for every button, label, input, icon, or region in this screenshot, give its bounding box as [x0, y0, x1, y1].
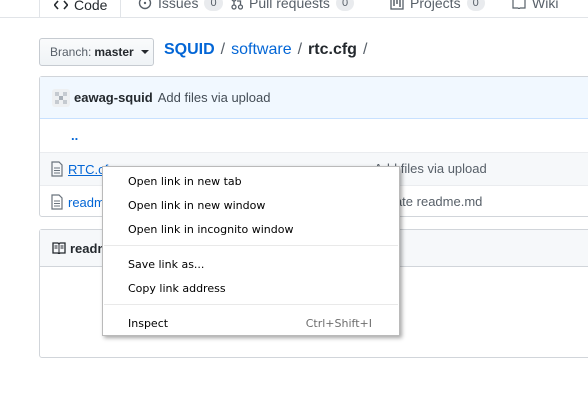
branch-name: master	[94, 45, 134, 59]
code-icon	[54, 0, 68, 10]
file-icon	[51, 194, 63, 210]
book-icon	[512, 0, 526, 9]
menu-item-shortcut: Ctrl+Shift+I	[305, 316, 372, 330]
menu-item-label: Open link in new window	[128, 198, 266, 212]
menu-item-label: Inspect	[128, 316, 169, 330]
tab-projects[interactable]: Projects 0	[390, 0, 485, 16]
breadcrumb-separator: /	[297, 41, 303, 58]
commit-message-link[interactable]: Add files via upload	[158, 90, 271, 105]
menu-item-open-new-window[interactable]: Open link in new window	[103, 194, 399, 216]
file-icon	[51, 161, 63, 177]
tab-pull-requests[interactable]: Pull requests 0	[231, 0, 355, 16]
tab-wiki-label: Wiki	[532, 0, 559, 11]
issues-counter: 0	[204, 0, 223, 11]
caret-down-icon	[140, 50, 149, 54]
menu-item-save-link-as[interactable]: Save link as...	[103, 253, 399, 275]
tab-code[interactable]: Code	[39, 0, 121, 17]
tab-pull-requests-label: Pull requests	[249, 0, 330, 11]
breadcrumb: SQUID / software / rtc.cfg /	[164, 41, 367, 59]
branch-prefix: Branch:	[50, 45, 92, 59]
pull-request-icon	[231, 0, 243, 10]
tab-projects-label: Projects	[410, 0, 461, 11]
breadcrumb-repo-link[interactable]: SQUID	[164, 41, 215, 59]
menu-item-open-incognito[interactable]: Open link in incognito window	[103, 218, 399, 240]
latest-commit-bar: eawag-squid Add files via upload	[40, 77, 588, 119]
project-icon	[390, 0, 404, 10]
tab-wiki[interactable]: Wiki	[512, 0, 558, 16]
branch-select-button[interactable]: Branch: master	[39, 38, 154, 66]
projects-counter: 0	[466, 0, 485, 11]
tab-code-label: Code	[74, 0, 108, 13]
pull-requests-counter: 0	[335, 0, 355, 11]
commit-author-link[interactable]: eawag-squid	[74, 90, 153, 105]
menu-divider	[104, 245, 398, 246]
issue-icon	[138, 0, 152, 10]
breadcrumb-current: rtc.cfg	[308, 41, 357, 58]
avatar[interactable]	[52, 88, 70, 107]
tab-issues-label: Issues	[158, 0, 199, 11]
menu-item-label: Copy link address	[128, 281, 226, 295]
menu-item-inspect[interactable]: Inspect Ctrl+Shift+I	[103, 312, 399, 334]
repo-tabs: Code Issues 0 Pull requests 0 Projects 0…	[0, 0, 588, 18]
menu-item-label: Save link as...	[128, 257, 205, 271]
menu-item-copy-link-address[interactable]: Copy link address	[103, 277, 399, 299]
tab-issues[interactable]: Issues 0	[138, 0, 223, 16]
menu-item-open-new-tab[interactable]: Open link in new tab	[103, 170, 399, 192]
book-icon	[52, 242, 66, 254]
context-menu: Open link in new tab Open link in new wi…	[102, 166, 400, 336]
menu-divider	[104, 304, 398, 305]
breadcrumb-folder-link[interactable]: software	[231, 41, 291, 59]
menu-item-label: Open link in incognito window	[128, 222, 294, 236]
menu-item-label: Open link in new tab	[128, 174, 242, 188]
breadcrumb-separator: /	[220, 41, 226, 58]
breadcrumb-separator: /	[362, 41, 368, 58]
parent-directory-row: ..	[40, 119, 588, 152]
parent-directory-link[interactable]: ..	[71, 128, 78, 143]
